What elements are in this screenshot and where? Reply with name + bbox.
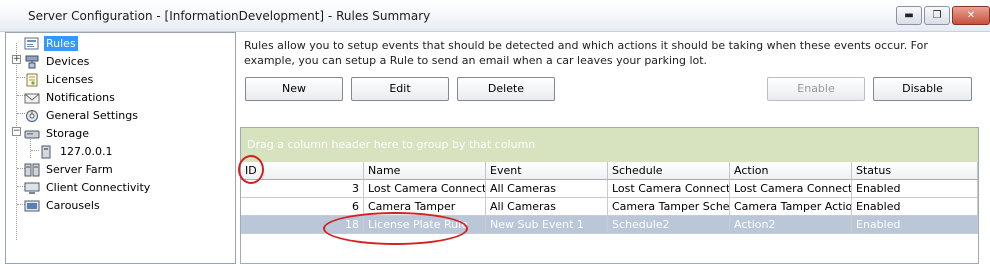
tree-item-notifications[interactable]: Notifications [24, 89, 117, 106]
tree-item-licenses[interactable]: Licenses [24, 71, 95, 88]
cell-id: 6 [241, 198, 364, 216]
column-header-schedule[interactable]: Schedule [608, 162, 730, 180]
tree-label-client-connectivity: Client Connectivity [46, 181, 151, 194]
carousels-icon [24, 199, 40, 213]
tree-item-client-connectivity[interactable]: Client Connectivity [24, 179, 152, 196]
window-controls: ▬ ❐ ✕ [894, 6, 990, 26]
column-header-event[interactable]: Event [486, 162, 608, 180]
devices-icon [24, 55, 40, 69]
tree-label-general-settings: General Settings [46, 109, 138, 122]
cell-event: All Cameras [486, 198, 608, 216]
tree-item-devices[interactable]: Devices [24, 53, 91, 70]
tree-item-127-0-0-1[interactable]: 127.0.0.1 [38, 143, 114, 160]
settings-icon [24, 109, 40, 123]
rules-summary-panel: Rules allow you to setup events that sho… [240, 32, 985, 264]
tree-label-carousels: Carousels [46, 199, 100, 212]
group-by-hint: Drag a column header here to group by th… [247, 138, 536, 151]
navigation-tree: + − Rules Devices Licenses Notifications… [5, 32, 236, 264]
restore-button[interactable]: ❐ [924, 6, 950, 25]
tree-label-server-farm: Server Farm [46, 163, 113, 176]
notifications-icon [24, 91, 40, 105]
cell-name: Lost Camera Connecti... [364, 180, 486, 198]
cell-id: 3 [241, 180, 364, 198]
tree-item-storage[interactable]: Storage [24, 125, 91, 142]
minimize-button[interactable]: ▬ [896, 6, 922, 25]
rules-icon [24, 37, 40, 51]
column-header-id[interactable]: ID [241, 162, 364, 180]
cell-event: All Cameras [486, 180, 608, 198]
cell-status: Enabled [852, 216, 978, 234]
disable-button[interactable]: Disable [873, 77, 972, 101]
devices-expand-toggle[interactable]: + [12, 55, 21, 64]
cell-name: Camera Tamper [364, 198, 486, 216]
tree-item-general-settings[interactable]: General Settings [24, 107, 140, 124]
window-title: Server Configuration - [InformationDevel… [28, 9, 431, 23]
cell-event: New Sub Event 1 [486, 216, 608, 234]
tree-label-storage: Storage [46, 127, 90, 140]
licenses-icon [24, 73, 40, 87]
cell-schedule: Camera Tamper Sche... [608, 198, 730, 216]
title-bar: Server Configuration - [InformationDevel… [0, 0, 990, 32]
new-button[interactable]: New [245, 77, 343, 101]
cell-schedule: Lost Camera Connecti... [608, 180, 730, 198]
cell-action: Action2 [730, 216, 852, 234]
tree-label-licenses: Licenses [46, 73, 94, 86]
tree-item-server-farm[interactable]: Server Farm [24, 161, 115, 178]
storage-icon [24, 127, 40, 141]
tree-label-notifications: Notifications [46, 91, 115, 104]
tree-connector [16, 43, 17, 240]
cell-action: Camera Tamper Action [730, 198, 852, 216]
column-header-action[interactable]: Action [730, 162, 852, 180]
column-header-status[interactable]: Status [852, 162, 978, 180]
cell-status: Enabled [852, 198, 978, 216]
cell-id: 18 [241, 216, 364, 234]
close-button[interactable]: ✕ [952, 6, 990, 25]
edit-button[interactable]: Edit [351, 77, 449, 101]
cell-name: License Plate Rule [364, 216, 486, 234]
storage-collapse-toggle[interactable]: − [12, 127, 21, 136]
rules-grid: Drag a column header here to group by th… [240, 127, 979, 264]
column-header-name[interactable]: Name [364, 162, 486, 180]
group-by-area[interactable]: Drag a column header here to group by th… [241, 128, 978, 162]
client-connectivity-icon [24, 181, 40, 195]
tree-label-rules: Rules [44, 36, 78, 51]
cell-status: Enabled [852, 180, 978, 198]
server-farm-icon [24, 163, 40, 177]
disk-icon [38, 145, 54, 159]
tree-item-carousels[interactable]: Carousels [24, 197, 102, 214]
delete-button[interactable]: Delete [457, 77, 555, 101]
rules-description: Rules allow you to setup events that sho… [244, 39, 928, 67]
cell-schedule: Schedule2 [608, 216, 730, 234]
tree-label-devices: Devices [46, 55, 90, 68]
cell-action: Lost Camera Connecti... [730, 180, 852, 198]
enable-button[interactable]: Enable [767, 77, 865, 101]
tree-item-rules[interactable]: Rules [24, 35, 78, 52]
tree-label-127-0-0-1: 127.0.0.1 [60, 145, 113, 158]
